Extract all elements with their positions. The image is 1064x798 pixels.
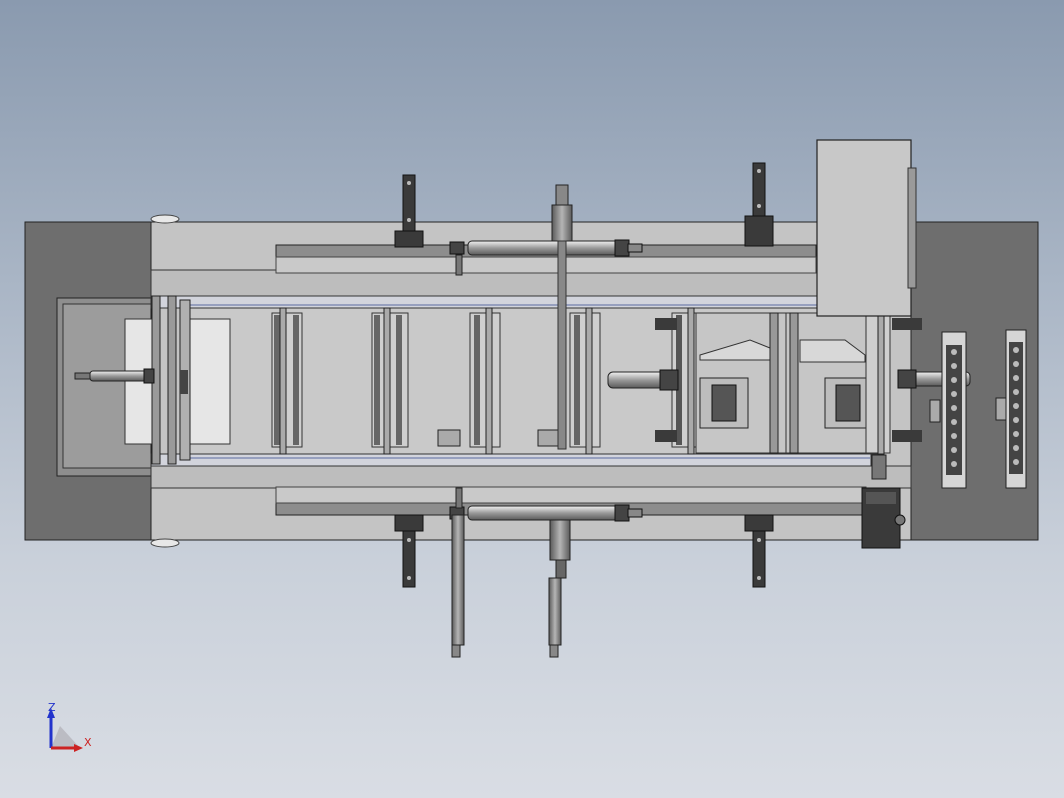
view-triad: Z X [47,701,92,752]
vertical-cylinder-bottom[interactable] [548,519,571,658]
motor[interactable] [861,487,906,549]
clamp-bracket-top-right[interactable] [744,162,774,247]
mid-cylinder[interactable] [607,369,679,391]
station-1[interactable] [271,307,303,455]
triad-plane [51,726,80,748]
clamp-bracket-bottom-left[interactable] [394,514,424,588]
control-box[interactable] [816,139,917,317]
clamp-bracket-bottom-right[interactable] [744,514,774,588]
x-axis-arrow [74,744,83,752]
x-axis-label: X [84,736,92,749]
cad-viewport[interactable]: Z X [0,0,1064,798]
station-6[interactable] [695,312,787,454]
terminal-block-1[interactable] [941,331,967,489]
clamp-bracket-top-left[interactable] [394,174,424,248]
station-2[interactable] [371,307,409,455]
z-axis-label: Z [48,701,56,714]
bottom-cylinder[interactable] [449,504,643,522]
top-cylinder[interactable] [449,239,643,257]
station-7[interactable] [785,312,870,454]
